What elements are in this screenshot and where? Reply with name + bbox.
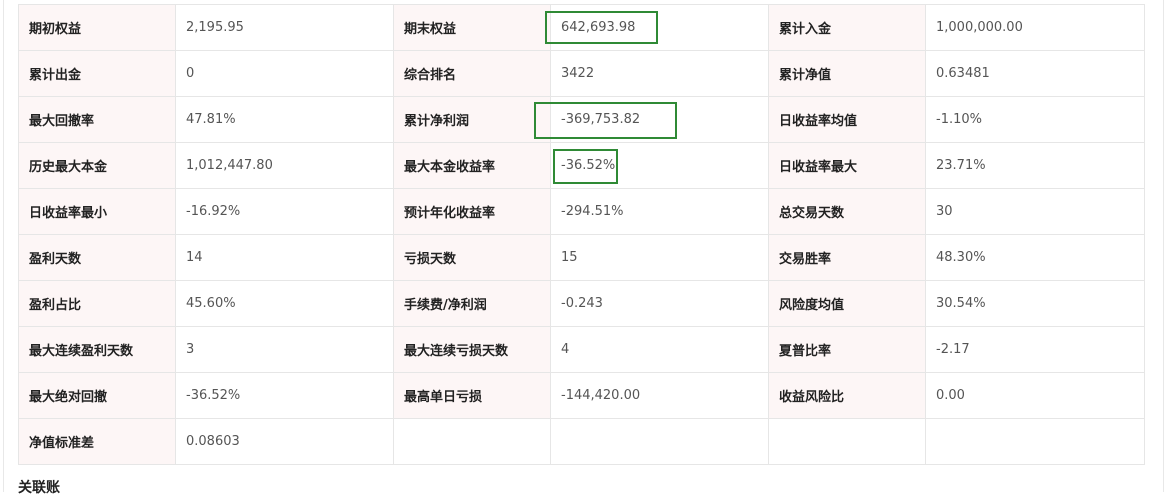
- stat-value: 47.81%: [175, 96, 394, 143]
- stat-label: 累计入金: [768, 4, 926, 51]
- stat-label: 盈利天数: [18, 234, 176, 281]
- stat-label: 盈利占比: [18, 280, 176, 327]
- stat-value: 48.30%: [925, 234, 1145, 281]
- stat-value: -2.17: [925, 326, 1145, 373]
- stat-label: 日收益率最小: [18, 188, 176, 235]
- stat-value: 3422: [550, 50, 769, 97]
- stat-value: -0.243: [550, 280, 769, 327]
- stat-value: 15: [550, 234, 769, 281]
- empty-cell: [550, 418, 769, 465]
- empty-cell: [925, 418, 1145, 465]
- stat-value: 14: [175, 234, 394, 281]
- table-row: 最大绝对回撤 -36.52% 最高单日亏损 -144,420.00 收益风险比 …: [18, 372, 1145, 419]
- stat-value: -36.52%: [175, 372, 394, 419]
- table-row: 历史最大本金 1,012,447.80 最大本金收益率 -36.52% 日收益率…: [18, 142, 1145, 189]
- table-row: 净值标准差 0.08603: [18, 418, 1145, 465]
- empty-cell: [768, 418, 926, 465]
- stat-label: 交易胜率: [768, 234, 926, 281]
- stat-value: 45.60%: [175, 280, 394, 327]
- stat-label: 手续费/净利润: [393, 280, 551, 327]
- stat-value: 0.08603: [175, 418, 394, 465]
- stat-label: 日收益率最大: [768, 142, 926, 189]
- table-row: 最大回撤率 47.81% 累计净利润 -369,753.82 日收益率均值 -1…: [18, 96, 1145, 143]
- stat-label: 风险度均值: [768, 280, 926, 327]
- stat-label: 最大连续亏损天数: [393, 326, 551, 373]
- table-row: 最大连续盈利天数 3 最大连续亏损天数 4 夏普比率 -2.17: [18, 326, 1145, 373]
- stat-value: 4: [550, 326, 769, 373]
- table-row: 盈利天数 14 亏损天数 15 交易胜率 48.30%: [18, 234, 1145, 281]
- table-row: 盈利占比 45.60% 手续费/净利润 -0.243 风险度均值 30.54%: [18, 280, 1145, 327]
- stat-value: 23.71%: [925, 142, 1145, 189]
- stat-label: 预计年化收益率: [393, 188, 551, 235]
- stat-label: 期初权益: [18, 4, 176, 51]
- stat-label: 最大绝对回撤: [18, 372, 176, 419]
- stat-value: 1,000,000.00: [925, 4, 1145, 51]
- stat-label: 总交易天数: [768, 188, 926, 235]
- stat-value: 2,195.95: [175, 4, 394, 51]
- stat-label: 累计出金: [18, 50, 176, 97]
- stat-label: 最大回撤率: [18, 96, 176, 143]
- stat-value: 0: [175, 50, 394, 97]
- stat-value: 0.63481: [925, 50, 1145, 97]
- table-row: 日收益率最小 -16.92% 预计年化收益率 -294.51% 总交易天数 30: [18, 188, 1145, 235]
- stat-label: 历史最大本金: [18, 142, 176, 189]
- empty-cell: [393, 418, 551, 465]
- stat-value: 30: [925, 188, 1145, 235]
- stat-label: 夏普比率: [768, 326, 926, 373]
- stat-value: -36.52%: [550, 142, 769, 189]
- stat-value: -369,753.82: [550, 96, 769, 143]
- stat-label: 日收益率均值: [768, 96, 926, 143]
- stat-label: 亏损天数: [393, 234, 551, 281]
- stat-label: 最高单日亏损: [393, 372, 551, 419]
- stat-value: -294.51%: [550, 188, 769, 235]
- account-stats-table: 期初权益 2,195.95 期末权益 642,693.98 累计入金 1,000…: [18, 4, 1145, 465]
- stat-label: 综合排名: [393, 50, 551, 97]
- stat-label: 净值标准差: [18, 418, 176, 465]
- stat-value: 642,693.98: [550, 4, 769, 51]
- stat-value: -1.10%: [925, 96, 1145, 143]
- stat-label: 累计净利润: [393, 96, 551, 143]
- stat-value: 3: [175, 326, 394, 373]
- related-accounts-heading: 关联账: [18, 480, 60, 496]
- stat-label: 最大连续盈利天数: [18, 326, 176, 373]
- stat-value: -144,420.00: [550, 372, 769, 419]
- stat-value: -16.92%: [175, 188, 394, 235]
- stat-value: 1,012,447.80: [175, 142, 394, 189]
- stat-value: 30.54%: [925, 280, 1145, 327]
- stat-label: 收益风险比: [768, 372, 926, 419]
- stat-label: 最大本金收益率: [393, 142, 551, 189]
- table-row: 期初权益 2,195.95 期末权益 642,693.98 累计入金 1,000…: [18, 4, 1145, 51]
- stat-label: 累计净值: [768, 50, 926, 97]
- stat-label: 期末权益: [393, 4, 551, 51]
- stat-value: 0.00: [925, 372, 1145, 419]
- table-row: 累计出金 0 综合排名 3422 累计净值 0.63481: [18, 50, 1145, 97]
